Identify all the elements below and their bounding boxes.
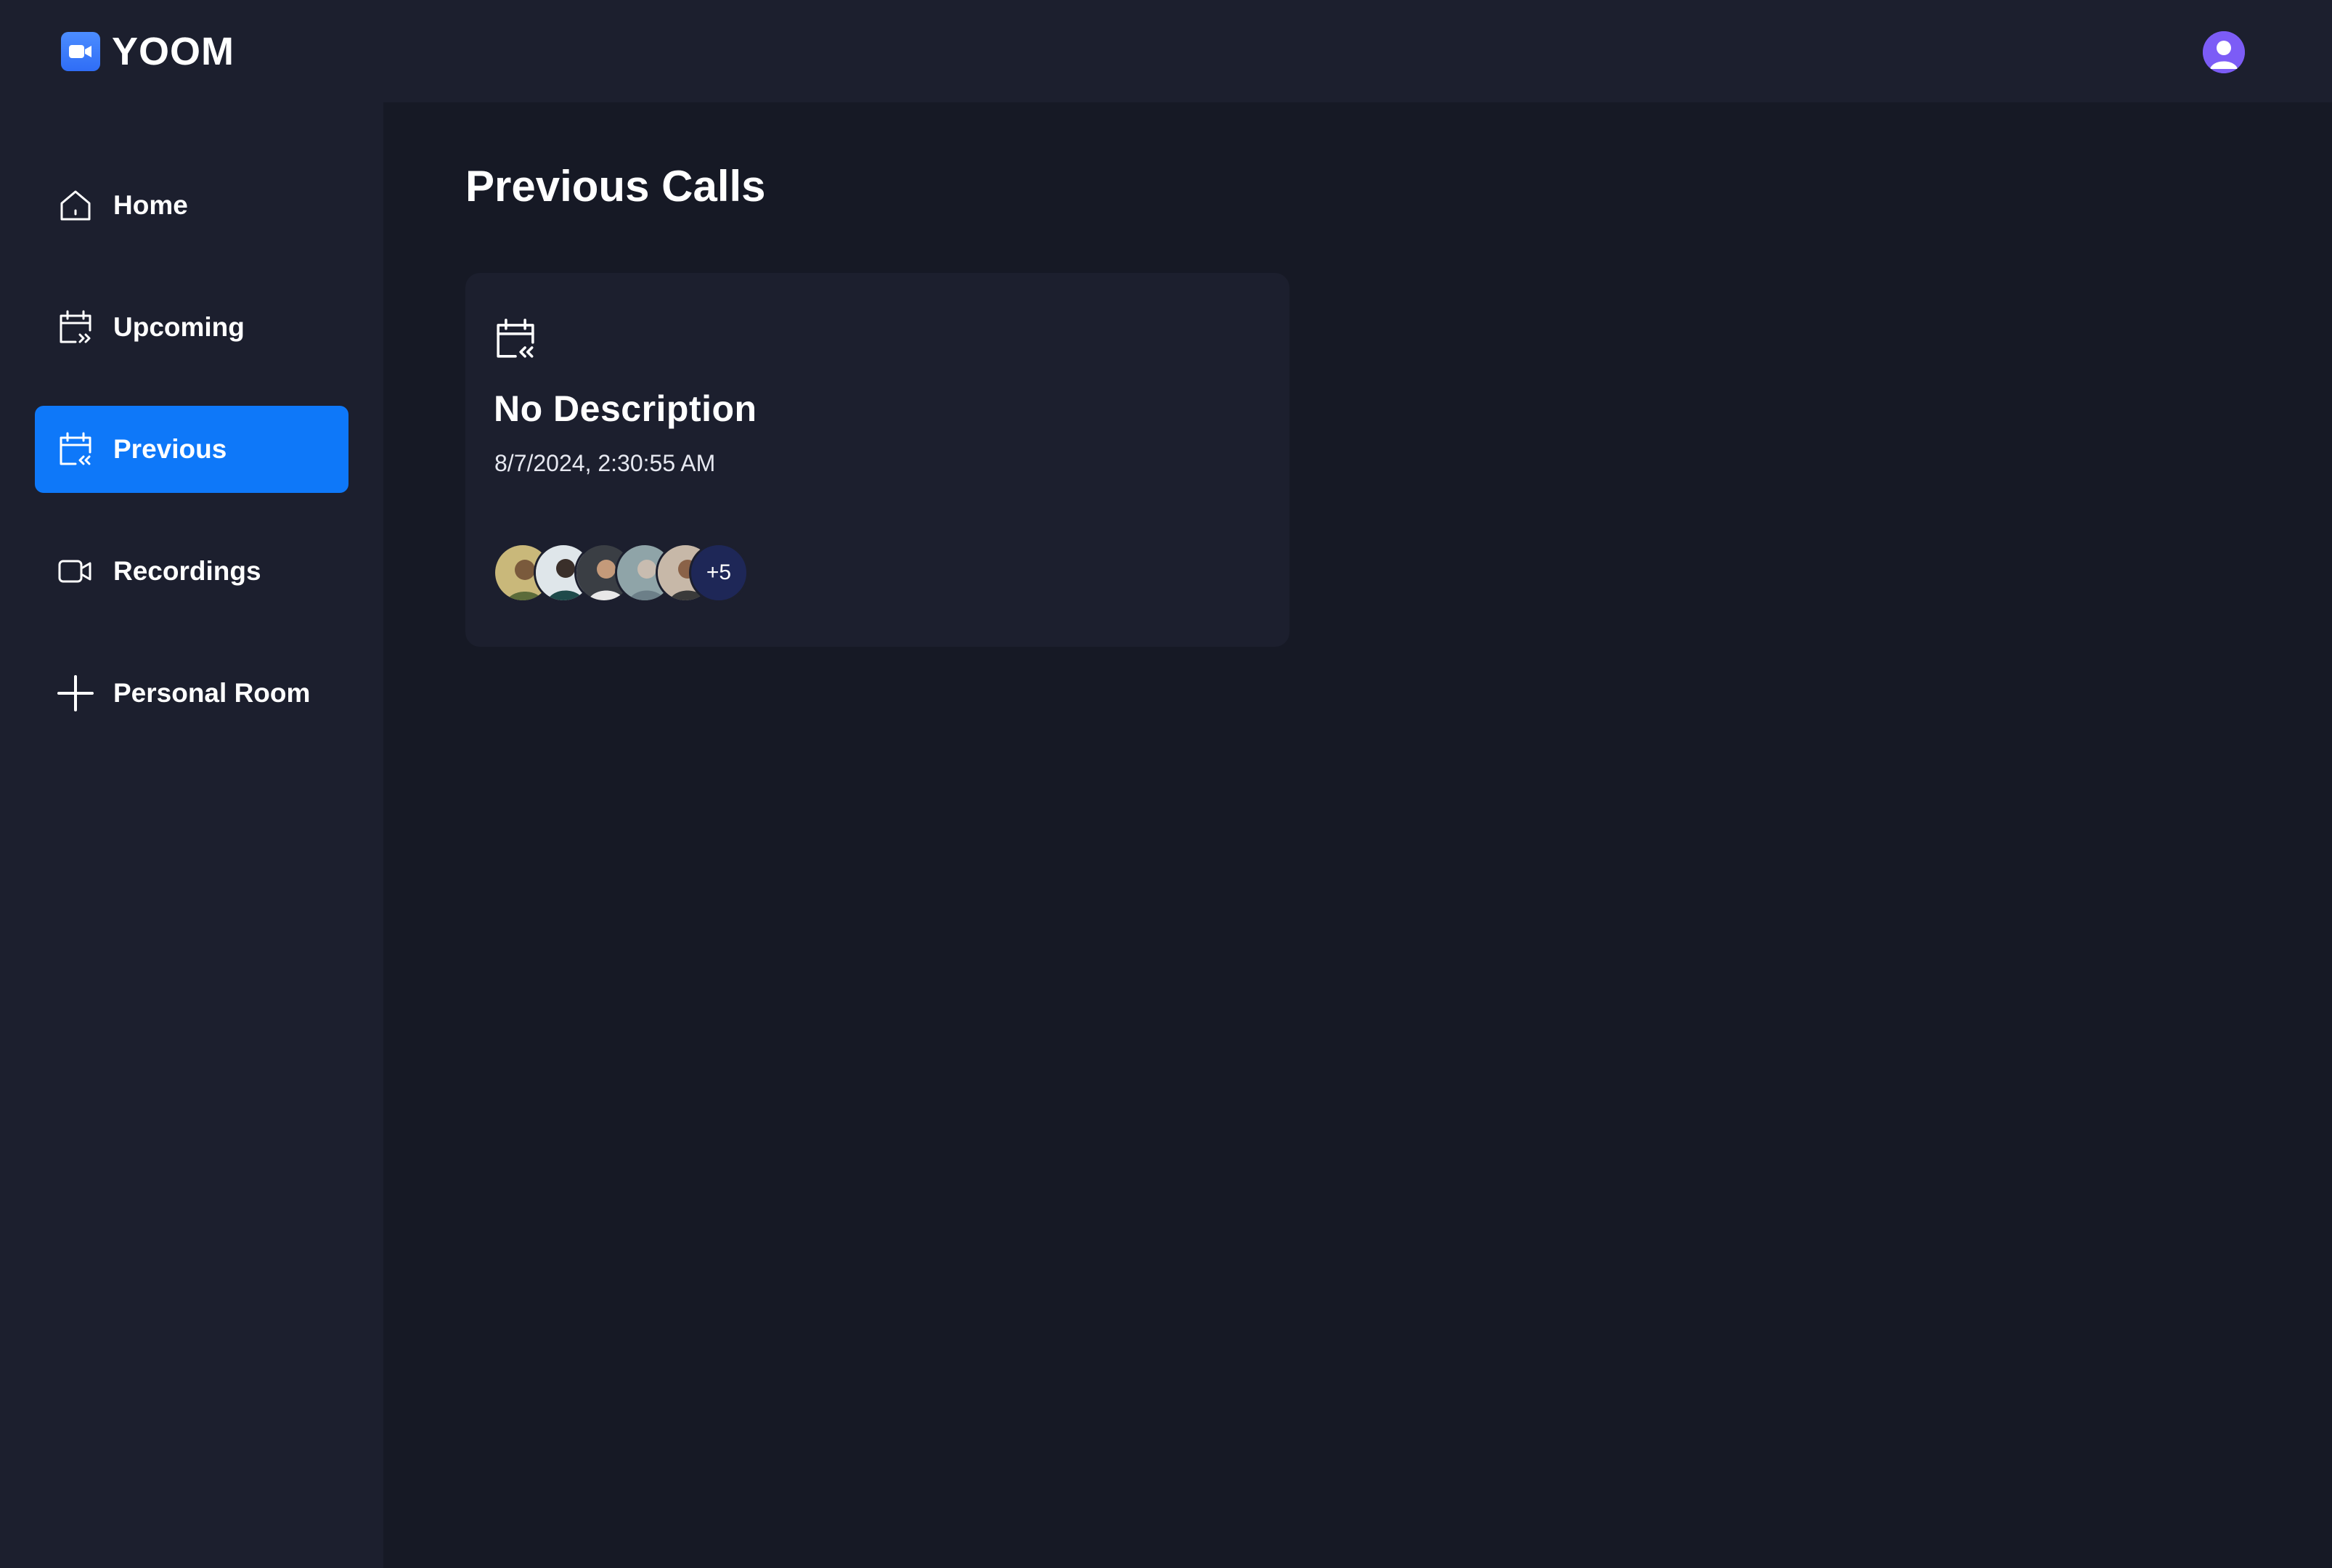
sidebar-item-label: Recordings [113, 556, 261, 586]
plus-icon [57, 674, 94, 712]
user-avatar-icon[interactable] [2203, 31, 2245, 73]
calendar-previous-icon [493, 317, 538, 362]
call-card[interactable]: No Description 8/7/2024, 2:30:55 AM +5 [465, 273, 1289, 647]
calendar-previous-icon [57, 430, 94, 468]
attendee-avatars: +5 [493, 543, 783, 603]
video-camera-icon [61, 32, 100, 71]
call-title: No Description [494, 388, 757, 429]
page-title: Previous Calls [465, 162, 766, 211]
top-navbar: YOOM [0, 0, 2332, 102]
calendar-upcoming-icon [57, 309, 94, 346]
home-icon [57, 187, 94, 224]
call-date: 8/7/2024, 2:30:55 AM [494, 450, 716, 476]
sidebar-item-home[interactable]: Home [35, 162, 348, 249]
brand-logo-link[interactable]: YOOM [61, 30, 235, 73]
sidebar-item-recordings[interactable]: Recordings [35, 528, 348, 615]
brand-name: YOOM [112, 30, 235, 73]
sidebar-item-upcoming[interactable]: Upcoming [35, 284, 348, 371]
more-attendees-badge: +5 [689, 543, 749, 603]
sidebar-item-label: Home [113, 190, 188, 220]
video-icon [57, 552, 94, 590]
sidebar-item-label: Previous [113, 434, 227, 464]
sidebar: Home Upcoming Previous Recordings Person… [0, 102, 383, 1568]
sidebar-item-personal-room[interactable]: Personal Room [35, 650, 348, 737]
sidebar-item-label: Personal Room [113, 678, 311, 708]
sidebar-item-label: Upcoming [113, 312, 245, 342]
sidebar-item-previous[interactable]: Previous [35, 406, 348, 493]
